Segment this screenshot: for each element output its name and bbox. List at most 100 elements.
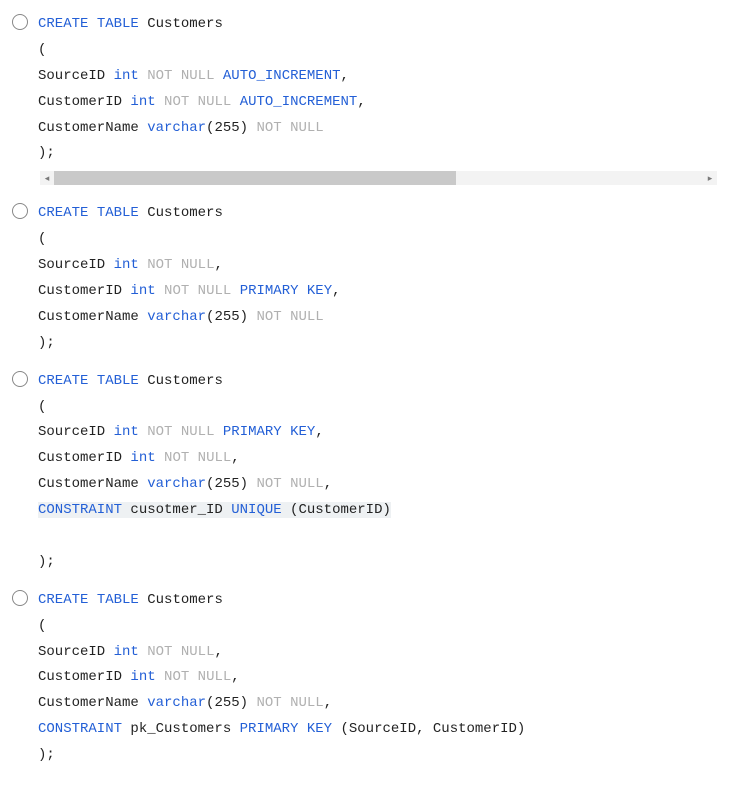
code-token: , [231,450,239,466]
code-token: varchar [147,309,206,325]
code-token: , [341,68,349,84]
scroll-right-icon[interactable]: ▸ [703,171,717,185]
code-token: Customers [139,16,223,32]
sql-code: CREATE TABLE Customers ( SourceID int NO… [38,584,725,771]
code-token: , [324,695,332,711]
code-token: int [130,669,155,685]
code-token: KEY [307,283,332,299]
code-token: PRIMARY [240,721,299,737]
code-block: CREATE TABLE Customers ( SourceID int NO… [38,584,725,771]
code-token: int [114,424,139,440]
code-token: varchar [147,476,206,492]
code-token [282,309,290,325]
radio-button[interactable] [12,14,28,30]
code-token [156,669,164,685]
sql-code: CREATE TABLE Customers ( SourceID int NO… [38,8,725,169]
code-token [172,68,180,84]
code-token: NOT [256,695,281,711]
code-token [88,16,96,32]
code-token: NULL [198,283,232,299]
code-token: ); [38,554,55,570]
answer-option-1[interactable]: CREATE TABLE Customers ( SourceID int NO… [8,8,725,191]
code-token [139,68,147,84]
radio-button[interactable] [12,371,28,387]
code-token: , [231,669,239,685]
scroll-left-icon[interactable]: ◂ [40,171,54,185]
code-token: NOT [256,120,281,136]
answer-option-3[interactable]: CREATE TABLE Customers ( SourceID int NO… [8,365,725,578]
code-token: , [357,94,365,110]
code-token: 255 [214,120,239,136]
code-token: ( [38,618,46,634]
code-token: NOT [164,94,189,110]
radio-button[interactable] [12,590,28,606]
code-token [88,592,96,608]
code-token: CONSTRAINT [38,721,122,737]
code-token [189,450,197,466]
code-token: CustomerName [38,309,147,325]
code-token: int [130,450,155,466]
code-token: SourceID [38,68,114,84]
code-token [214,424,222,440]
code-token: int [114,257,139,273]
code-token [298,721,306,737]
sql-code: CREATE TABLE Customers ( SourceID int NO… [38,365,725,578]
code-token [156,94,164,110]
code-token: ); [38,747,55,763]
code-token: TABLE [97,373,139,389]
code-token: NULL [181,644,215,660]
code-token: int [130,94,155,110]
code-block: CREATE TABLE Customers ( SourceID int NO… [38,197,725,358]
code-token [189,94,197,110]
code-token: AUTO_INCREMENT [240,94,358,110]
code-token: ( [38,42,46,58]
answer-option-2[interactable]: CREATE TABLE Customers ( SourceID int NO… [8,197,725,358]
code-token: ) [240,309,257,325]
code-token: NOT [164,283,189,299]
code-token: int [130,283,155,299]
scrollbar-track[interactable] [54,171,703,185]
code-token [231,283,239,299]
code-token: CustomerName [38,476,147,492]
code-token: int [114,68,139,84]
code-token: NULL [290,695,324,711]
code-token [172,644,180,660]
code-token [88,205,96,221]
question-options: CREATE TABLE Customers ( SourceID int NO… [8,8,725,771]
code-token: CustomerName [38,120,147,136]
code-token: (CustomerID) [282,502,391,518]
code-token: , [214,257,222,273]
code-token: CREATE [38,592,88,608]
code-token [282,695,290,711]
code-token: NULL [290,476,324,492]
code-token [88,373,96,389]
horizontal-scrollbar[interactable]: ◂▸ [40,171,717,185]
code-token: ) [240,695,257,711]
code-token: TABLE [97,592,139,608]
code-token: SourceID [38,644,114,660]
code-token: (SourceID, CustomerID) [332,721,525,737]
code-token: NULL [198,94,232,110]
radio-button[interactable] [12,203,28,219]
code-token [214,68,222,84]
code-token: NULL [198,669,232,685]
code-token: varchar [147,695,206,711]
answer-option-4[interactable]: CREATE TABLE Customers ( SourceID int NO… [8,584,725,771]
code-token: PRIMARY [223,424,282,440]
code-token: NOT [147,424,172,440]
code-token: NULL [290,120,324,136]
code-token [299,283,307,299]
code-token: NOT [164,669,189,685]
code-token: , [214,644,222,660]
scrollbar-thumb[interactable] [54,171,456,185]
code-token: varchar [147,120,206,136]
code-token: KEY [290,424,315,440]
code-token: CustomerID [38,669,130,685]
code-token: TABLE [97,16,139,32]
code-token: CustomerName [38,695,147,711]
code-token: NOT [147,644,172,660]
code-token: ) [240,476,257,492]
code-token: NOT [164,450,189,466]
code-token: CREATE [38,373,88,389]
code-token: NULL [181,257,215,273]
